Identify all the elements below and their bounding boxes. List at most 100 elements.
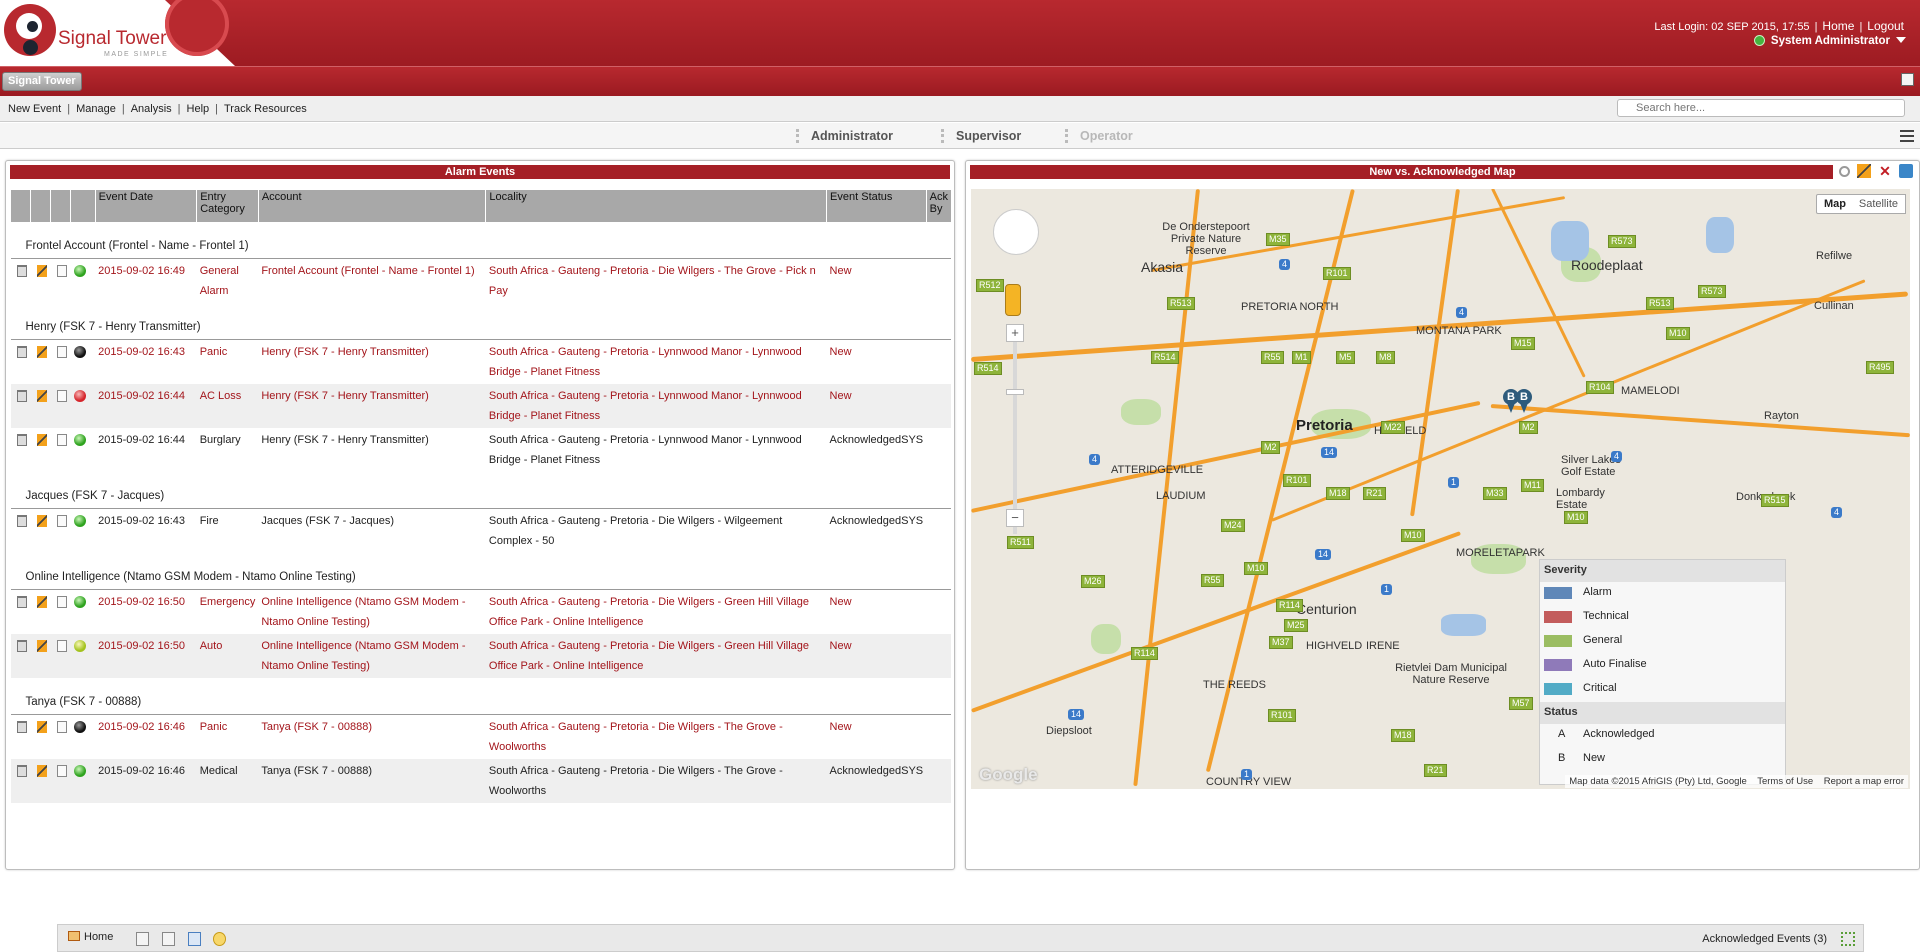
col-locality[interactable]: Locality — [485, 190, 827, 222]
expand-icon[interactable] — [1841, 932, 1855, 946]
pan-control[interactable] — [993, 209, 1039, 255]
app-tab[interactable]: Signal Tower — [2, 72, 82, 91]
water-body — [1706, 217, 1734, 253]
delete-icon[interactable] — [16, 640, 27, 652]
map-view[interactable]: De Onderstepoort Private Nature Reserve … — [971, 189, 1910, 789]
edit-icon[interactable] — [36, 390, 47, 402]
col-entry-category[interactable]: Entry Category — [196, 190, 259, 222]
route-shield: R573 — [1608, 235, 1636, 248]
route-shield: M26 — [1081, 575, 1105, 588]
delete-icon[interactable] — [16, 721, 27, 733]
col-event-date[interactable]: Event Date — [94, 190, 197, 222]
edit-icon[interactable] — [36, 515, 47, 527]
legend-status-key: B — [1558, 752, 1566, 764]
place-label: Rietvlei Dam Municipal Nature Reserve — [1395, 662, 1507, 686]
legend-swatch — [1544, 587, 1572, 599]
menu-help[interactable]: Help — [187, 103, 210, 115]
user-menu[interactable]: System Administrator — [1753, 35, 1906, 47]
place-label: Silver Lakes Golf Estate — [1561, 454, 1621, 478]
edit-icon[interactable] — [1856, 164, 1871, 178]
route-shield: M15 — [1511, 337, 1535, 350]
note-icon[interactable] — [56, 434, 67, 446]
role-operator[interactable]: Operator — [1065, 129, 1133, 143]
route-shield: R573 — [1698, 285, 1726, 298]
zoom-out-button[interactable]: − — [1006, 509, 1024, 527]
table-row[interactable]: 2015-09-02 16:50 Emergency Online Intellig… — [11, 590, 952, 635]
note-icon[interactable] — [56, 265, 67, 277]
attribution-text: Map data ©2015 AfriGIS (Pty) Ltd, Google — [1569, 776, 1747, 787]
close-icon[interactable]: ✕ — [1878, 164, 1892, 178]
menu-analysis[interactable]: Analysis — [131, 103, 172, 115]
table-row[interactable]: 2015-09-02 16:44 Burglary Henry (FSK 7 - H… — [11, 428, 952, 472]
severity-led-icon — [73, 765, 86, 777]
note-icon[interactable] — [56, 515, 67, 527]
table-row[interactable]: 2015-09-02 16:50 Auto Online Intelligence … — [10, 634, 951, 678]
edit-icon[interactable] — [36, 765, 47, 777]
note-icon[interactable] — [56, 390, 67, 402]
edit-cell — [31, 590, 51, 635]
home-button[interactable]: Home — [68, 931, 113, 943]
event-marker[interactable]: B — [1516, 389, 1532, 413]
tools-icon[interactable] — [188, 932, 201, 946]
window-icon[interactable] — [1901, 73, 1914, 86]
note-icon[interactable] — [56, 596, 67, 608]
edit-icon[interactable] — [36, 434, 47, 446]
delete-icon[interactable] — [16, 265, 27, 277]
delete-icon[interactable] — [16, 346, 27, 358]
zoom-in-button[interactable]: + — [1006, 324, 1024, 342]
note-icon[interactable] — [56, 765, 67, 777]
edit-icon[interactable] — [36, 265, 47, 277]
refresh-icon[interactable] — [1899, 164, 1913, 178]
edit-icon[interactable] — [36, 721, 47, 733]
table-row[interactable]: 2015-09-02 16:43 Panic Henry (FSK 7 - Henr… — [11, 340, 952, 385]
menu-track-resources[interactable]: Track Resources — [224, 103, 307, 115]
home-link[interactable]: Home — [1822, 19, 1854, 33]
terms-link[interactable]: Terms of Use — [1757, 776, 1813, 787]
edit-cell — [31, 428, 51, 472]
delete-icon[interactable] — [16, 765, 27, 777]
ack-by-cell — [926, 590, 951, 635]
role-administrator[interactable]: Administrator — [796, 129, 893, 143]
acknowledged-events-button[interactable]: Acknowledged Events (3) — [1702, 933, 1827, 945]
table-row[interactable]: 2015-09-02 16:43 Fire Jacques (FSK 7 - Jac… — [11, 509, 952, 554]
table-row[interactable]: 2015-09-02 16:46 Medical Tanya (FSK 7 - 00… — [10, 759, 951, 803]
key-icon[interactable] — [213, 932, 226, 946]
edit-icon[interactable] — [36, 596, 47, 608]
place-label: MONTANA PARK — [1416, 325, 1502, 337]
delete-icon[interactable] — [16, 596, 27, 608]
table-row[interactable]: 2015-09-02 16:49 General Alarm Frontel Acc… — [11, 259, 952, 304]
map-type-satellite-button[interactable]: Satellite — [1851, 194, 1906, 214]
menu-new-event[interactable]: New Event — [8, 103, 61, 115]
col-account[interactable]: Account — [257, 190, 486, 222]
table-row[interactable]: 2015-09-02 16:44 AC Loss Henry (FSK 7 - He… — [10, 384, 951, 428]
note-icon[interactable] — [56, 346, 67, 358]
note-icon[interactable] — [56, 640, 67, 652]
edit-icon[interactable] — [36, 640, 47, 652]
report-icon[interactable] — [136, 932, 149, 946]
search-input[interactable] — [1617, 99, 1905, 117]
document-icon[interactable] — [162, 932, 175, 946]
delete-icon[interactable] — [16, 390, 27, 402]
led-cell — [71, 509, 96, 554]
hamburger-menu-icon[interactable] — [1900, 130, 1914, 142]
table-row[interactable]: 2015-09-02 16:46 Panic Tanya (FSK 7 - 0088… — [11, 715, 952, 760]
zoom-slider-handle[interactable] — [1006, 389, 1024, 395]
map-type-map-button[interactable]: Map — [1816, 194, 1854, 214]
menu-manage[interactable]: Manage — [76, 103, 116, 115]
logout-link[interactable]: Logout — [1867, 19, 1904, 33]
report-error-link[interactable]: Report a map error — [1824, 776, 1904, 787]
top-links: Last Login: 02 SEP 2015, 17:55 | Home | Logo… — [1654, 19, 1904, 33]
settings-icon[interactable] — [1838, 165, 1850, 177]
delete-icon[interactable] — [16, 434, 27, 446]
col-event-status[interactable]: Event Status — [826, 190, 927, 222]
role-supervisor[interactable]: Supervisor — [941, 129, 1021, 143]
edit-icon[interactable] — [36, 346, 47, 358]
ack-by-cell — [926, 259, 951, 304]
zoom-slider-track[interactable] — [1013, 334, 1017, 534]
street-view-pegman-icon[interactable] — [1005, 284, 1021, 316]
col-ack-by[interactable]: Ack By — [925, 190, 951, 222]
note-icon[interactable] — [56, 721, 67, 733]
delete-icon[interactable] — [16, 515, 27, 527]
event-date: 2015-09-02 16:50 — [98, 596, 185, 608]
place-label: Akasia — [1141, 259, 1184, 275]
